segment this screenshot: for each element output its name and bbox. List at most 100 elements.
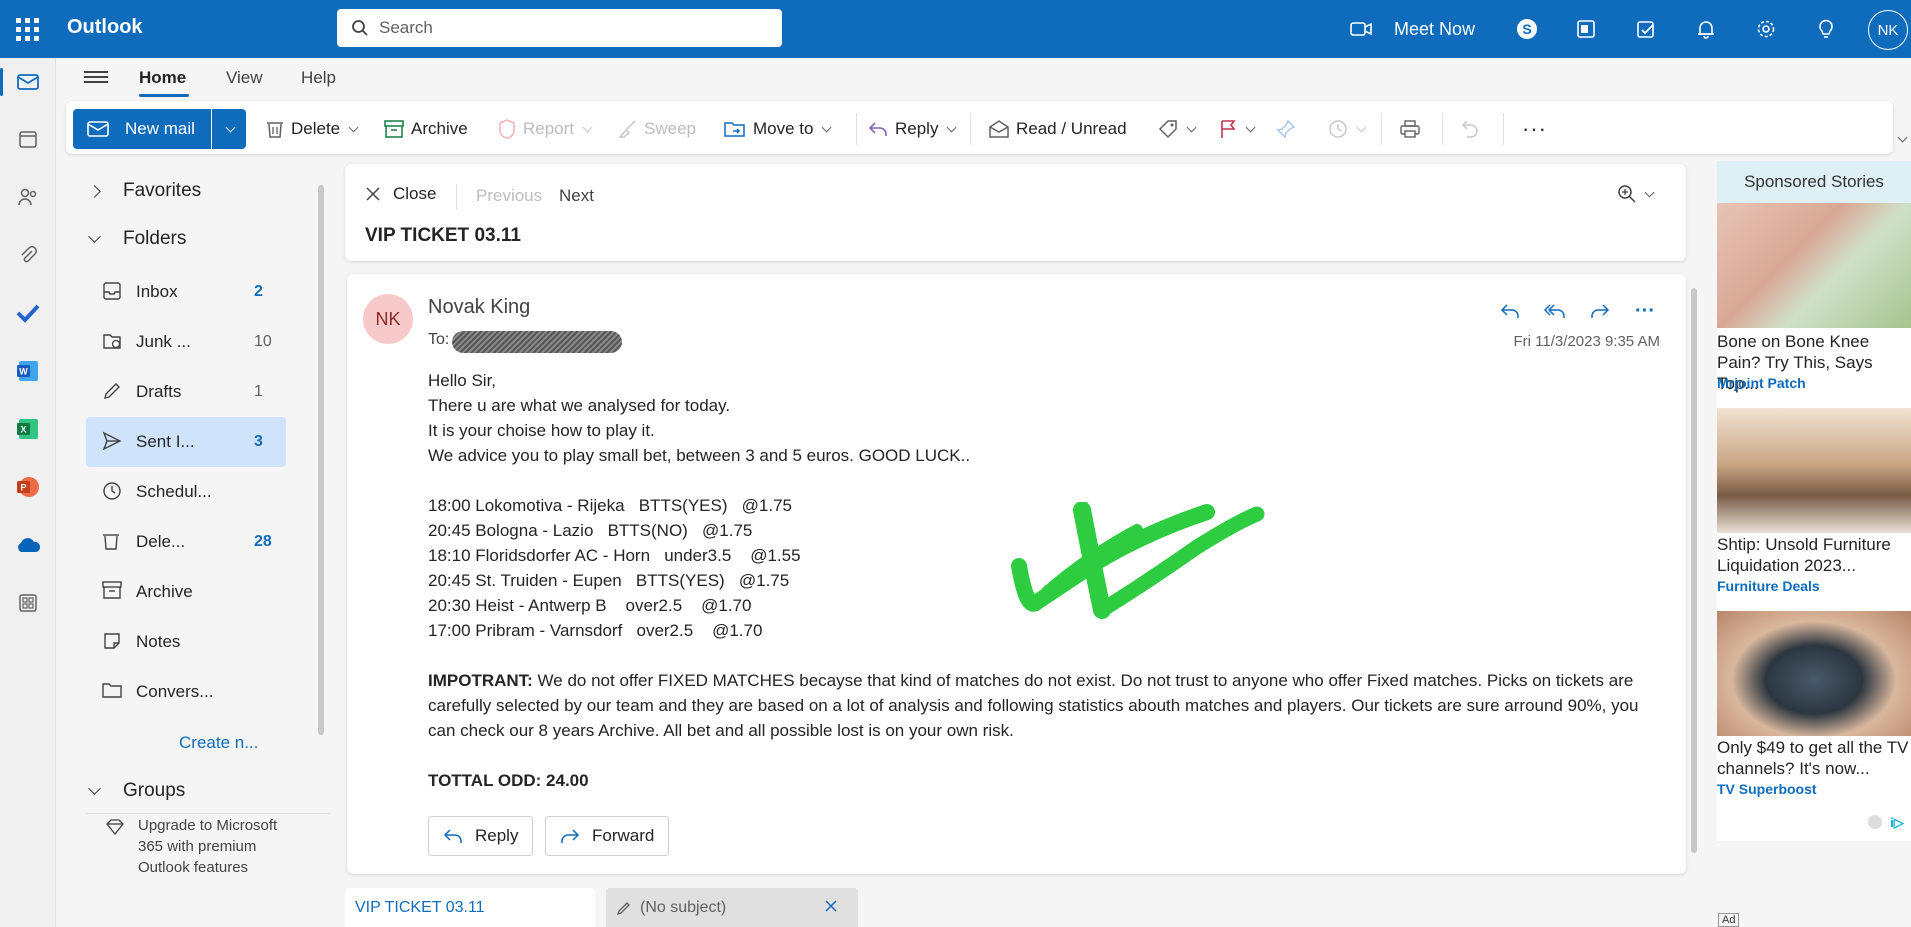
flag-button[interactable] xyxy=(1219,114,1256,144)
chevron-down-icon xyxy=(88,782,101,795)
create-new-folder-link[interactable]: Create n... xyxy=(179,733,258,753)
folder-archive[interactable]: Archive xyxy=(86,567,286,617)
shield-icon xyxy=(499,119,515,139)
previous-button[interactable]: Previous xyxy=(476,186,542,206)
to-label: To: xyxy=(428,331,450,348)
folders-header[interactable]: Folders xyxy=(88,228,186,250)
ribbon-collapse-chevron[interactable] xyxy=(1896,128,1908,146)
print-button[interactable] xyxy=(1400,114,1420,144)
people-icon[interactable] xyxy=(13,182,43,212)
groups-header[interactable]: Groups xyxy=(88,780,186,802)
ad-source[interactable]: Furniture Deals xyxy=(1717,578,1820,594)
trash-icon xyxy=(267,122,283,138)
folder-inbox[interactable]: Inbox 2 xyxy=(86,267,286,317)
groups-label: Groups xyxy=(123,780,186,801)
ad-image[interactable] xyxy=(1717,203,1911,328)
bell-icon[interactable] xyxy=(1692,15,1720,43)
more-options-icon[interactable]: ··· xyxy=(1522,114,1547,144)
folder-junk[interactable]: Junk ... 10 xyxy=(86,317,286,367)
reply-all-icon[interactable] xyxy=(1540,296,1570,326)
message-subject: VIP TICKET 03.11 xyxy=(365,225,521,246)
reply-icon[interactable] xyxy=(1495,296,1525,326)
more-apps-icon[interactable] xyxy=(13,588,43,618)
pencil-icon xyxy=(104,383,120,399)
search-input[interactable] xyxy=(377,15,767,41)
hamburger-menu-icon[interactable] xyxy=(84,68,108,88)
snooze-button[interactable] xyxy=(1328,114,1367,144)
folder-sent[interactable]: Sent I... 3 xyxy=(86,417,286,467)
move-to-button[interactable]: Move to xyxy=(724,114,832,144)
upgrade-promo[interactable]: Upgrade to Microsoft 365 with premium Ou… xyxy=(88,815,298,878)
reply-button[interactable]: Reply xyxy=(428,816,534,856)
ribbon-divider xyxy=(1442,113,1443,145)
word-icon[interactable]: W xyxy=(13,356,43,386)
chevron-down-icon xyxy=(1644,187,1655,197)
gear-icon[interactable] xyxy=(1752,15,1780,43)
onedrive-icon[interactable] xyxy=(13,530,43,560)
folder-label: Sent I... xyxy=(136,432,195,451)
zoom-button[interactable] xyxy=(1617,184,1655,204)
ad-source[interactable]: Mrjoint Patch xyxy=(1717,375,1806,391)
forward-button[interactable]: Forward xyxy=(545,816,670,856)
tab-draft[interactable]: (No subject) xyxy=(606,888,858,927)
tab-view[interactable]: View xyxy=(226,68,263,88)
tab-help[interactable]: Help xyxy=(301,68,336,88)
lightbulb-icon[interactable] xyxy=(1812,15,1840,43)
powerpoint-icon[interactable]: P xyxy=(13,472,43,502)
tag-icon xyxy=(1158,120,1177,139)
meet-now-button[interactable]: Meet Now xyxy=(1350,14,1475,44)
reply-button[interactable]: Reply xyxy=(868,114,957,144)
undo-button[interactable] xyxy=(1461,114,1481,144)
delete-button[interactable]: Delete xyxy=(266,114,359,144)
sweep-button[interactable]: Sweep xyxy=(617,114,696,144)
ad-choices-icon[interactable]: i▷ xyxy=(1867,813,1907,836)
new-mail-dropdown[interactable] xyxy=(212,109,246,149)
svg-text:i▷: i▷ xyxy=(1890,815,1905,830)
office-icon[interactable] xyxy=(1572,15,1600,43)
folder-deleted[interactable]: Dele... 28 xyxy=(86,517,286,567)
account-avatar[interactable]: NK xyxy=(1868,10,1908,50)
ad-title[interactable]: Shtip: Unsold Furniture Liquidation 2023… xyxy=(1717,534,1911,576)
folder-notes[interactable]: Notes xyxy=(86,617,286,667)
categorize-button[interactable] xyxy=(1158,114,1197,144)
junk-folder-icon xyxy=(103,334,121,349)
pin-button[interactable] xyxy=(1276,114,1296,144)
message-scrollbar[interactable] xyxy=(1691,288,1697,853)
tab-home[interactable]: Home xyxy=(139,68,186,88)
ad-image[interactable] xyxy=(1717,408,1911,533)
skype-icon[interactable]: S xyxy=(1513,15,1541,43)
sender-name[interactable]: Novak King xyxy=(428,296,530,319)
next-button[interactable]: Next xyxy=(559,186,594,206)
folder-scheduled[interactable]: Schedul... xyxy=(86,467,286,517)
close-icon[interactable] xyxy=(824,899,838,913)
folder-conversation-history[interactable]: Convers... xyxy=(86,667,286,717)
close-button[interactable]: Close xyxy=(365,184,436,204)
attachment-icon[interactable] xyxy=(13,240,43,270)
folder-scrollbar[interactable] xyxy=(318,185,324,735)
app-launcher-icon[interactable] xyxy=(14,16,40,42)
read-unread-button[interactable]: Read / Unread xyxy=(989,114,1127,144)
chevron-down-icon xyxy=(1245,122,1256,132)
forward-icon[interactable] xyxy=(1585,296,1615,326)
app-title[interactable]: Outlook xyxy=(67,16,143,39)
favorites-header[interactable]: Favorites xyxy=(88,180,201,202)
ad-source[interactable]: TV Superboost xyxy=(1717,781,1817,797)
sender-avatar[interactable]: NK xyxy=(363,294,413,344)
reply-icon xyxy=(868,122,887,136)
archive-button[interactable]: Archive xyxy=(384,114,468,144)
folder-label: Convers... xyxy=(136,682,214,701)
excel-icon[interactable]: X xyxy=(13,414,43,444)
close-label: Close xyxy=(393,184,437,203)
search-box[interactable] xyxy=(337,9,782,47)
calendar-icon[interactable] xyxy=(13,124,43,154)
more-actions-icon[interactable]: ··· xyxy=(1630,296,1660,326)
my-day-icon[interactable] xyxy=(1632,15,1660,43)
ad-image[interactable] xyxy=(1717,611,1911,736)
todo-icon[interactable] xyxy=(13,298,43,328)
report-button[interactable]: Report xyxy=(498,114,593,144)
ad-title[interactable]: Only $49 to get all the TV channels? It'… xyxy=(1717,737,1911,779)
tab-open-message[interactable]: VIP TICKET 03.11 xyxy=(345,888,595,927)
mail-icon[interactable] xyxy=(13,67,43,97)
folder-drafts[interactable]: Drafts 1 xyxy=(86,367,286,417)
new-mail-button[interactable]: New mail xyxy=(73,109,211,149)
